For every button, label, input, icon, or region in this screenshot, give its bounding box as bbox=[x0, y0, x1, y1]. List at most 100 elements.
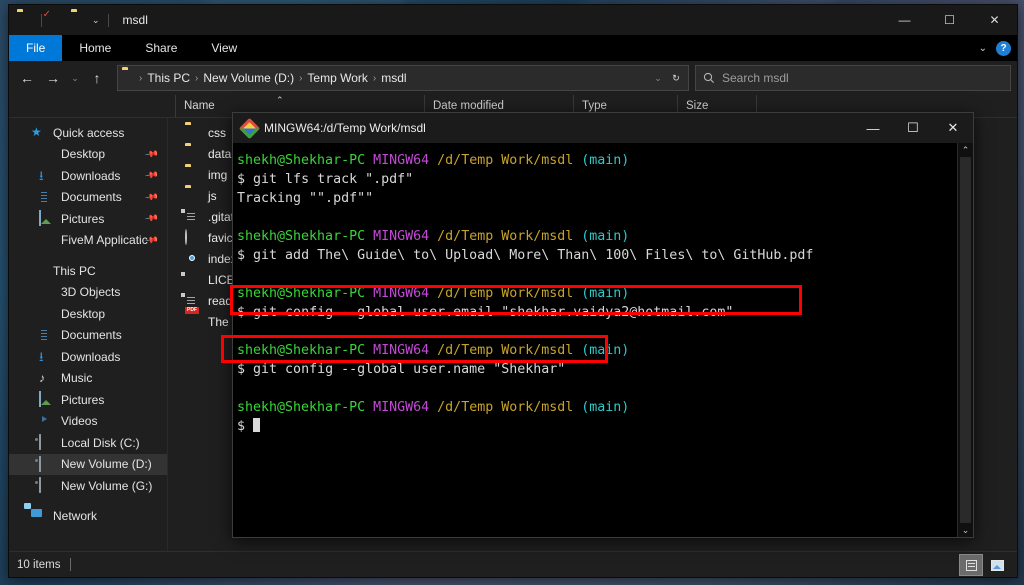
refresh-icon[interactable]: ↻ bbox=[668, 66, 684, 90]
breadcrumb-new-volume-d[interactable]: New Volume (D:) bbox=[199, 71, 298, 85]
pin-icon[interactable]: 📌 bbox=[144, 147, 159, 162]
folder-icon bbox=[185, 125, 200, 140]
terminal-command-2: git add The\ Guide\ to\ Upload\ More\ Th… bbox=[253, 248, 814, 263]
sidebar-item-quick-access[interactable]: ★ Quick access bbox=[9, 122, 167, 144]
details-view-button[interactable] bbox=[959, 554, 983, 576]
pdf-icon bbox=[185, 314, 200, 329]
sidebar-item-documents-qa[interactable]: Documents 📌 bbox=[9, 187, 167, 209]
fivem-icon bbox=[39, 233, 54, 248]
column-header-name-label: Name bbox=[184, 100, 215, 112]
large-icons-view-button[interactable] bbox=[985, 554, 1009, 576]
sidebar-item-3d-objects[interactable]: 3D Objects bbox=[9, 282, 167, 304]
maximize-button[interactable]: ☐ bbox=[927, 5, 972, 35]
view-mode-buttons bbox=[959, 554, 1009, 576]
sidebar-item-label: Downloads bbox=[61, 349, 121, 364]
text-file-icon bbox=[185, 293, 200, 308]
chrome-icon bbox=[185, 251, 200, 266]
file-name-label: img bbox=[208, 167, 228, 182]
back-button[interactable]: ← bbox=[15, 66, 39, 90]
sidebar-item-videos[interactable]: Videos bbox=[9, 411, 167, 433]
pin-icon[interactable]: 📌 bbox=[144, 168, 159, 183]
tab-home[interactable]: Home bbox=[62, 35, 128, 61]
qat-divider bbox=[107, 13, 109, 27]
sidebar-item-fivem[interactable]: FiveM Applicatic 📌 bbox=[9, 230, 167, 252]
tab-file[interactable]: File bbox=[9, 35, 63, 61]
navigation-pane: ★ Quick access Desktop 📌 ⭳ Downloads 📌 D… bbox=[9, 118, 168, 551]
prompt-path: /d/Temp Work/msdl bbox=[437, 286, 574, 301]
sidebar-item-label: New Volume (G:) bbox=[61, 478, 153, 493]
scrollbar-thumb[interactable] bbox=[960, 157, 971, 523]
pin-icon[interactable]: 📌 bbox=[144, 190, 159, 205]
close-button[interactable]: ✕ bbox=[972, 5, 1017, 35]
scroll-up-icon[interactable]: ⌃ bbox=[962, 145, 970, 155]
sidebar-item-downloads-qa[interactable]: ⭳ Downloads 📌 bbox=[9, 165, 167, 187]
pictures-icon bbox=[39, 391, 54, 408]
sidebar-item-new-volume-d[interactable]: New Volume (D:) bbox=[9, 453, 167, 475]
sidebar-item-downloads[interactable]: ⭳ Downloads bbox=[9, 346, 167, 368]
pin-icon[interactable]: 📌 bbox=[144, 211, 159, 226]
sidebar-item-label: Quick access bbox=[53, 125, 125, 140]
terminal-maximize-button[interactable]: ☐ bbox=[893, 113, 933, 143]
prompt-shell: MINGW64 bbox=[373, 343, 430, 358]
breadcrumb-msdl[interactable]: msdl bbox=[377, 71, 410, 85]
file-name-label: css bbox=[208, 125, 226, 140]
address-dropdown-icon[interactable]: ⌄ bbox=[650, 66, 666, 90]
forward-button[interactable]: → bbox=[41, 66, 65, 90]
folder-icon[interactable] bbox=[17, 12, 33, 28]
sidebar-item-this-pc[interactable]: This PC bbox=[9, 260, 167, 282]
documents-icon bbox=[39, 190, 54, 205]
prompt-branch: (main) bbox=[581, 153, 630, 168]
sidebar-item-pictures-qa[interactable]: Pictures 📌 bbox=[9, 208, 167, 230]
terminal-screen[interactable]: shekh@Shekhar-PC MINGW64 /d/Temp Work/ms… bbox=[233, 143, 957, 537]
prompt-path: /d/Temp Work/msdl bbox=[437, 400, 574, 415]
sidebar-item-desktop[interactable]: Desktop bbox=[9, 303, 167, 325]
pictures-icon bbox=[39, 210, 54, 227]
terminal-title: MINGW64:/d/Temp Work/msdl bbox=[264, 121, 426, 135]
breadcrumb-temp-work[interactable]: Temp Work bbox=[303, 71, 371, 85]
new-folder-icon[interactable] bbox=[71, 12, 87, 28]
customize-qat-caret[interactable]: ⌄ bbox=[92, 15, 100, 25]
sidebar-item-music[interactable]: ♪ Music bbox=[9, 368, 167, 390]
breadcrumb-this-pc[interactable]: This PC bbox=[143, 71, 194, 85]
sidebar-item-desktop-qa[interactable]: Desktop 📌 bbox=[9, 144, 167, 166]
window-controls: — ☐ ✕ bbox=[882, 5, 1017, 35]
sidebar-item-label: Pictures bbox=[61, 211, 105, 226]
terminal-minimize-button[interactable]: — bbox=[853, 113, 893, 143]
file-icon bbox=[185, 272, 200, 287]
sidebar-item-label: This PC bbox=[53, 263, 96, 278]
sort-ascending-icon: ⌃ bbox=[276, 95, 284, 105]
music-icon: ♪ bbox=[39, 370, 45, 385]
prompt-user-host: shekh@Shekhar-PC bbox=[237, 343, 366, 358]
downloads-icon: ⭳ bbox=[39, 168, 44, 184]
sidebar-item-network[interactable]: Network bbox=[9, 506, 167, 528]
terminal-output-1: Tracking "".pdf"" bbox=[237, 191, 374, 206]
search-box[interactable]: Search msdl bbox=[695, 65, 1011, 91]
address-bar[interactable]: › This PC › New Volume (D:) › Temp Work … bbox=[117, 65, 689, 91]
properties-icon[interactable] bbox=[50, 12, 66, 28]
scroll-down-icon[interactable]: ⌄ bbox=[962, 525, 970, 535]
status-divider bbox=[70, 558, 72, 571]
up-button[interactable]: ↑ bbox=[85, 66, 109, 90]
terminal-cursor bbox=[253, 418, 261, 432]
sidebar-item-local-disk-c[interactable]: Local Disk (C:) bbox=[9, 432, 167, 454]
prompt-user-host: shekh@Shekhar-PC bbox=[237, 153, 366, 168]
system-disk-icon bbox=[39, 434, 54, 451]
terminal-window-controls: — ☐ ✕ bbox=[853, 113, 973, 143]
terminal-close-button[interactable]: ✕ bbox=[933, 113, 973, 143]
prompt-shell: MINGW64 bbox=[373, 400, 430, 415]
prompt-symbol: $ bbox=[237, 362, 246, 377]
sidebar-item-new-volume-g[interactable]: New Volume (G:) bbox=[9, 475, 167, 497]
sidebar-item-label: Desktop bbox=[61, 306, 106, 321]
recent-locations-button[interactable]: ⌄ bbox=[67, 66, 83, 90]
sidebar-item-documents[interactable]: Documents bbox=[9, 325, 167, 347]
sidebar-item-label: Documents bbox=[61, 328, 122, 343]
chevron-down-icon[interactable]: ⌄ bbox=[979, 43, 987, 54]
tab-view[interactable]: View bbox=[194, 35, 254, 61]
sidebar-item-pictures[interactable]: Pictures bbox=[9, 389, 167, 411]
tab-share[interactable]: Share bbox=[128, 35, 194, 61]
terminal-scrollbar[interactable]: ⌃ ⌄ bbox=[957, 143, 973, 537]
help-icon[interactable]: ? bbox=[996, 40, 1011, 56]
minimize-button[interactable]: — bbox=[882, 5, 927, 35]
prompt-symbol: $ bbox=[237, 305, 246, 320]
